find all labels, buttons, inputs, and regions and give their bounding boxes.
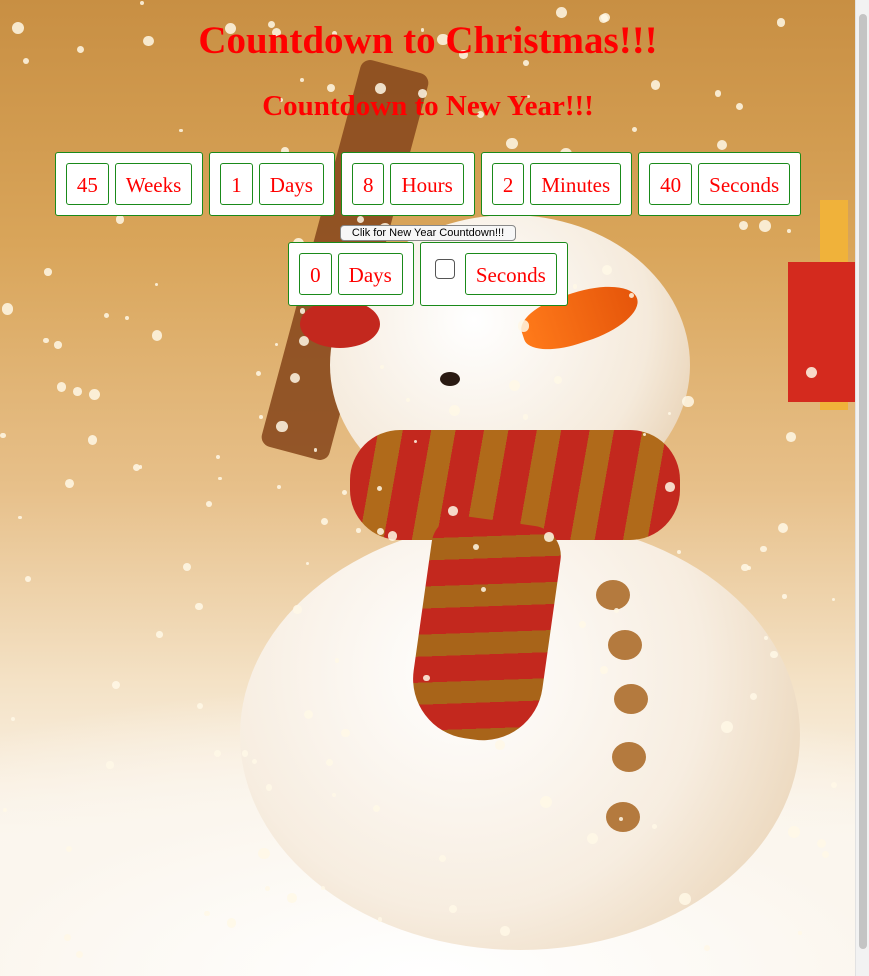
new-year-days-value: 0 (299, 253, 332, 295)
weeks-value: 45 (65, 163, 109, 205)
scrollbar-thumb[interactable] (859, 14, 867, 949)
christmas-countdown: 45 Weeks 1 Days 8 Hours 2 Minutes 40 Sec… (0, 152, 856, 216)
seconds-checkbox-wrap (431, 253, 459, 295)
new-year-seconds: Seconds (419, 242, 568, 306)
countdown-weeks: 45 Weeks (54, 152, 204, 216)
countdown-minutes: 2 Minutes (480, 152, 633, 216)
seconds-label: Seconds (698, 163, 791, 205)
days-value: 1 (220, 163, 253, 205)
days-label: Days (258, 163, 324, 205)
minutes-value: 2 (491, 163, 525, 205)
countdown-hours: 8 Hours (340, 152, 475, 216)
countdown-days: 1 Days (209, 152, 335, 216)
new-year-countdown: 0 Days Seconds (0, 242, 856, 306)
vertical-scrollbar[interactable] (855, 0, 869, 976)
new-year-days: 0 Days (288, 242, 414, 306)
page-title: Countdown to Christmas!!! (198, 19, 658, 62)
snowman-background-image (0, 0, 856, 976)
seconds-value: 40 (649, 163, 693, 205)
hours-label: Hours (390, 163, 464, 205)
weeks-label: Weeks (114, 163, 193, 205)
new-year-seconds-label: Seconds (464, 253, 557, 295)
page-subtitle: Countdown to New Year!!! (262, 90, 594, 122)
countdown-seconds: 40 Seconds (638, 152, 802, 216)
new-year-days-label: Days (337, 253, 403, 295)
hours-value: 8 (351, 163, 385, 205)
seconds-checkbox[interactable] (434, 259, 455, 279)
new-year-countdown-button[interactable]: Clik for New Year Countdown!!! (340, 225, 516, 241)
minutes-label: Minutes (530, 163, 622, 205)
